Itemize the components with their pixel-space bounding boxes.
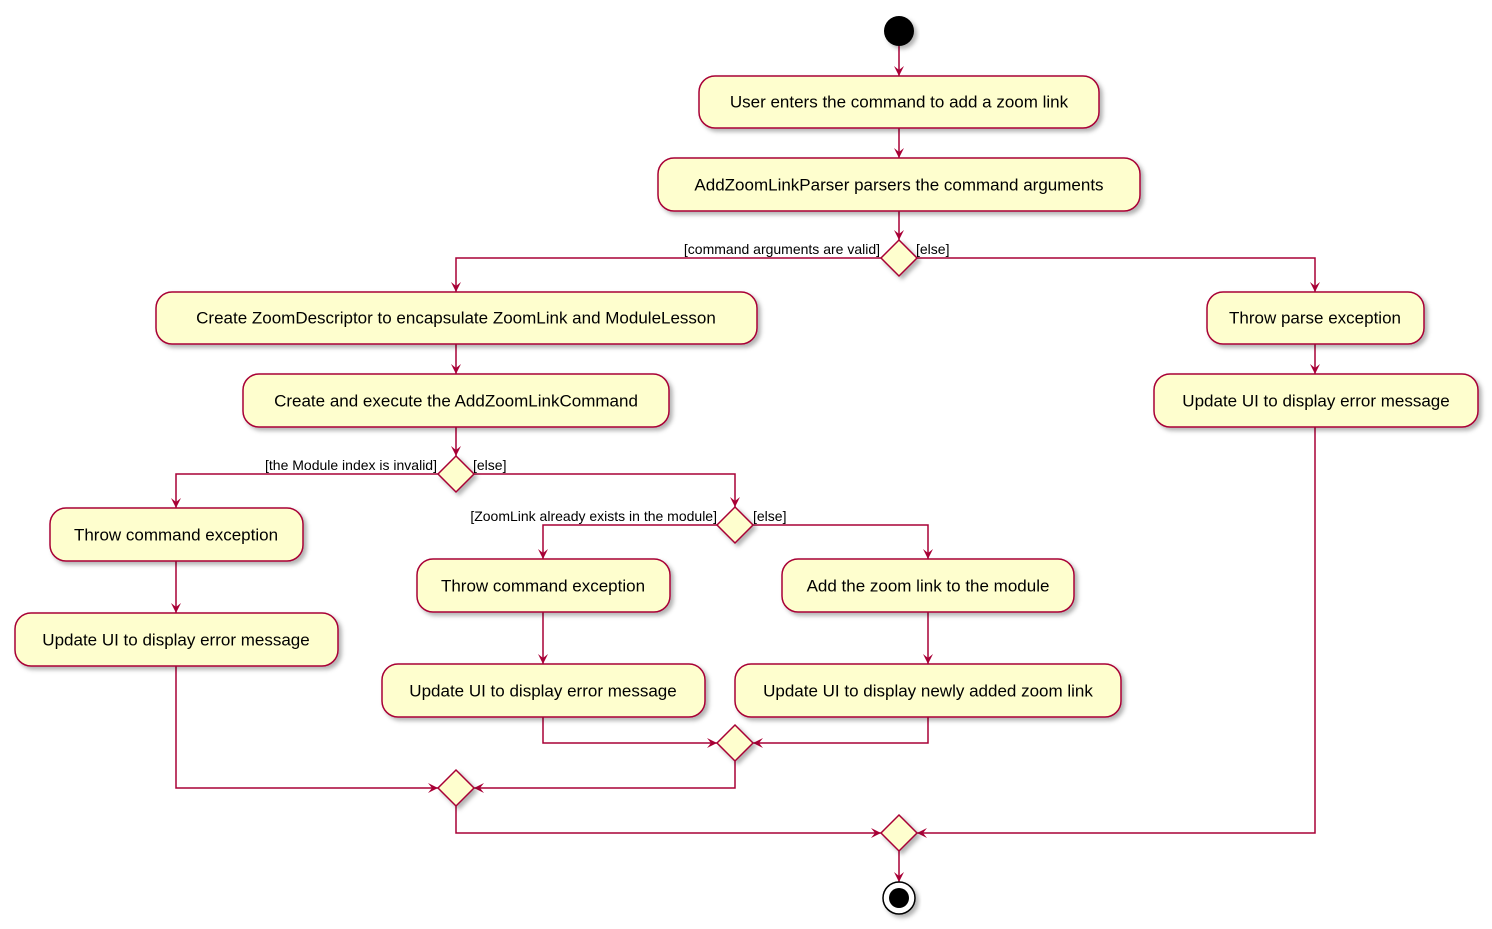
activity-label: Update UI to display error message — [42, 631, 309, 650]
merge-link — [715, 723, 755, 763]
activity-throw-command-2: Throw command exception — [416, 558, 671, 613]
guard-index-else: [else] — [473, 457, 506, 473]
activity-label: Update UI to display newly added zoom li… — [763, 682, 1093, 701]
activity-update-error-2: Update UI to display error message — [381, 663, 706, 718]
decision-index-invalid — [436, 454, 476, 494]
activity-label: Update UI to display error message — [409, 682, 676, 701]
activity-label: Update UI to display error message — [1182, 392, 1449, 411]
guard-args-valid: [command arguments are valid] — [684, 241, 880, 257]
activity-enter-command: User enters the command to add a zoom li… — [698, 75, 1100, 129]
activity-update-error-1: Update UI to display error message — [14, 612, 339, 667]
start-node — [884, 16, 914, 46]
merge-index — [436, 768, 476, 808]
activity-throw-command-1: Throw command exception — [49, 507, 304, 562]
activity-label: Throw command exception — [441, 577, 645, 596]
activity-label: Throw command exception — [74, 526, 278, 545]
activity-label: User enters the command to add a zoom li… — [730, 93, 1069, 112]
guard-link-else: [else] — [753, 508, 786, 524]
activity-update-added: Update UI to display newly added zoom li… — [734, 663, 1122, 718]
activity-add-link: Add the zoom link to the module — [781, 558, 1075, 613]
activity-label: AddZoomLinkParser parsers the command ar… — [694, 176, 1103, 195]
activity-label: Throw parse exception — [1229, 309, 1401, 328]
activity-throw-parse: Throw parse exception — [1206, 291, 1425, 345]
guard-args-else: [else] — [916, 241, 949, 257]
activity-label: Add the zoom link to the module — [807, 577, 1050, 596]
activity-label: Create ZoomDescriptor to encapsulate Zoo… — [196, 309, 716, 328]
activity-label: Create and execute the AddZoomLinkComman… — [274, 392, 638, 411]
guard-link-exists: [ZoomLink already exists in the module] — [470, 508, 717, 524]
activity-create-descriptor: Create ZoomDescriptor to encapsulate Zoo… — [155, 291, 758, 345]
activity-diagram: User enters the command to add a zoom li… — [14, 16, 1479, 915]
activity-parse-args: AddZoomLinkParser parsers the command ar… — [657, 157, 1141, 212]
activity-update-error-3: Update UI to display error message — [1153, 373, 1479, 428]
merge-args — [879, 813, 919, 853]
decision-args-valid — [879, 238, 919, 278]
decision-link-exists — [715, 505, 755, 545]
activity-create-execute: Create and execute the AddZoomLinkComman… — [242, 373, 670, 428]
guard-index-invalid: [the Module index is invalid] — [265, 457, 437, 473]
end-node — [882, 881, 916, 915]
